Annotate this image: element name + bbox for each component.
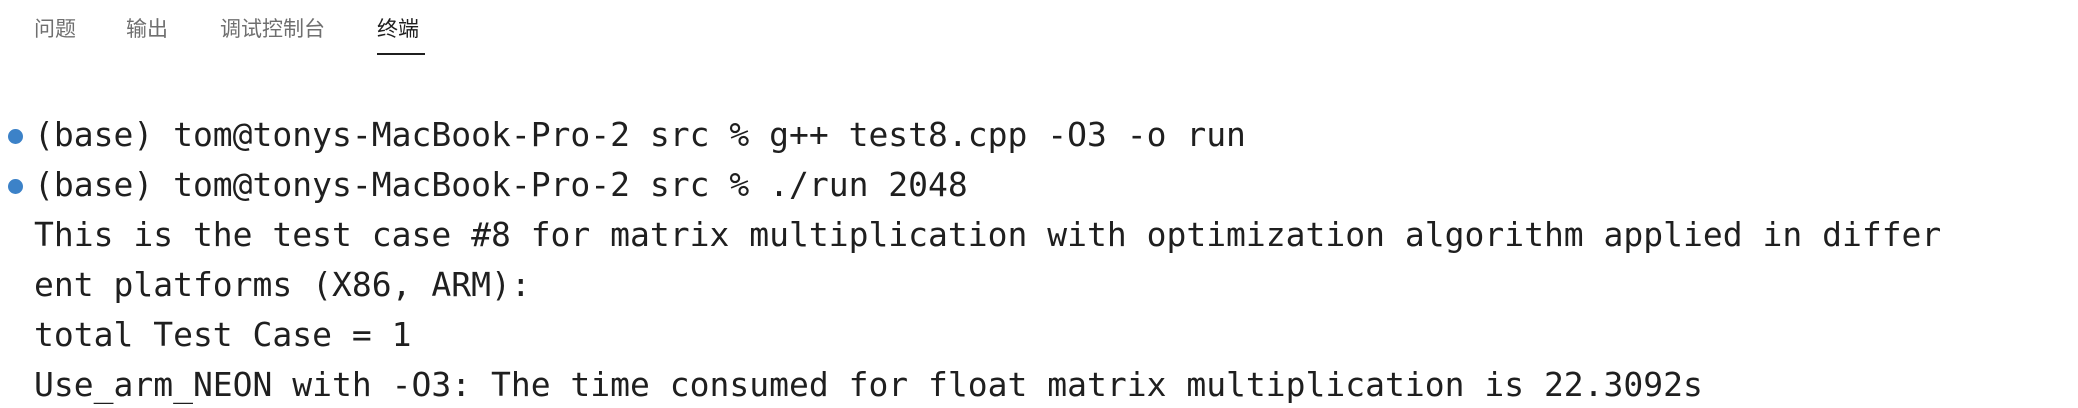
command-success-dot-icon[interactable]	[8, 179, 23, 194]
command-success-dot-icon[interactable]	[8, 129, 23, 144]
panel-tab-bar: 问题 输出 调试控制台 终端	[0, 0, 2078, 60]
terminal-line: Use_arm_NEON with -O3: The time consumed…	[34, 365, 1703, 404]
tab-terminal[interactable]: 终端	[377, 15, 419, 43]
tab-output[interactable]: 输出	[126, 15, 168, 43]
terminal-line: ent platforms (X86, ARM):	[34, 265, 531, 304]
active-tab-indicator	[377, 53, 425, 55]
terminal-line: This is the test case #8 for matrix mult…	[34, 215, 1942, 254]
terminal-line: total Test Case = 1	[34, 315, 412, 354]
tab-problems[interactable]: 问题	[34, 15, 76, 43]
terminal-line: (base) tom@tonys-MacBook-Pro-2 src % ./r…	[34, 165, 968, 204]
tab-debug-console[interactable]: 调试控制台	[220, 15, 325, 43]
terminal-line: (base) tom@tonys-MacBook-Pro-2 src % g++…	[34, 115, 1246, 154]
